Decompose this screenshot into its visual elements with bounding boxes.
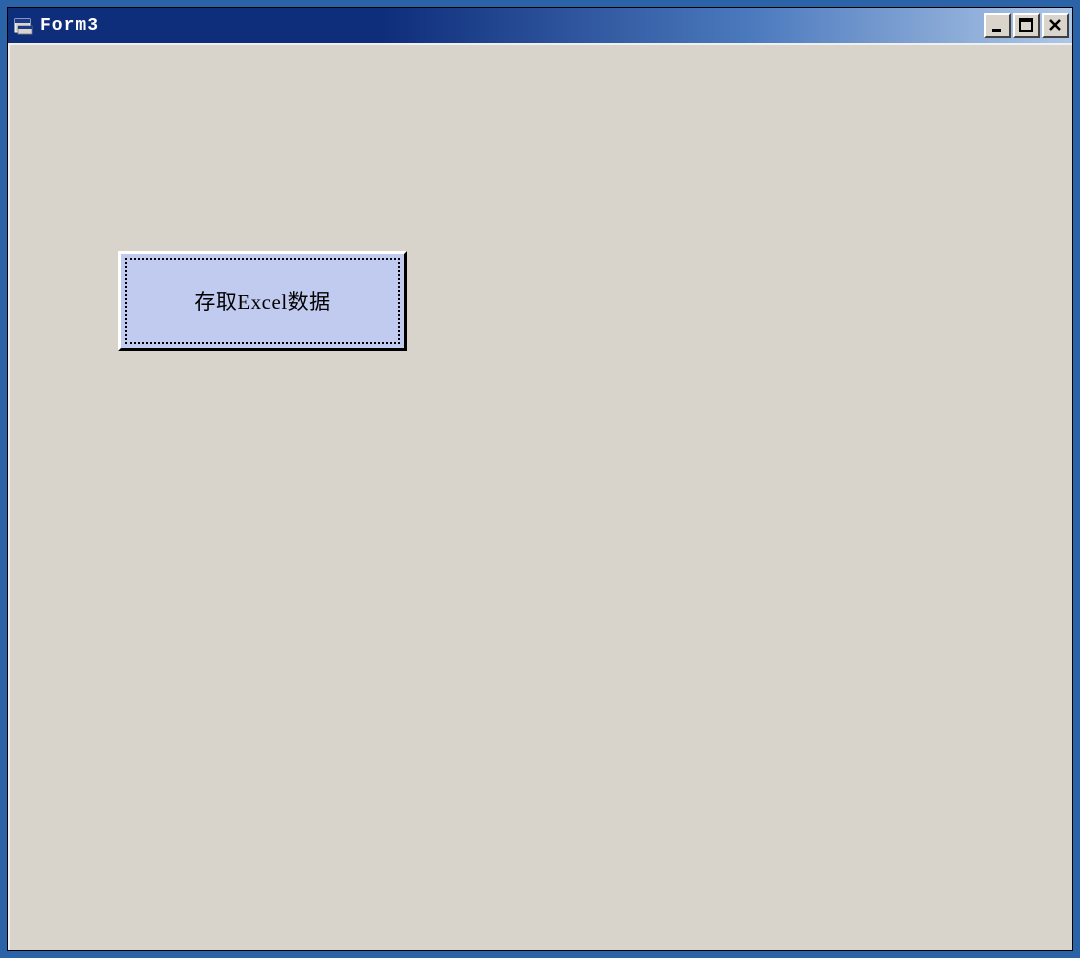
access-excel-data-button[interactable]: 存取Excel数据 [118,251,407,351]
client-area: 存取Excel数据 [8,43,1072,950]
close-button[interactable] [1042,13,1069,38]
button-focus-ring: 存取Excel数据 [125,258,400,344]
titlebar[interactable]: Form3 [8,8,1072,43]
maximize-button[interactable] [1013,13,1040,38]
window-frame: Form3 存取Excel [7,7,1073,951]
window-title: Form3 [40,16,984,36]
form-icon [14,17,34,35]
titlebar-buttons [984,13,1069,38]
minimize-button[interactable] [984,13,1011,38]
button-label: 存取Excel数据 [194,286,330,316]
